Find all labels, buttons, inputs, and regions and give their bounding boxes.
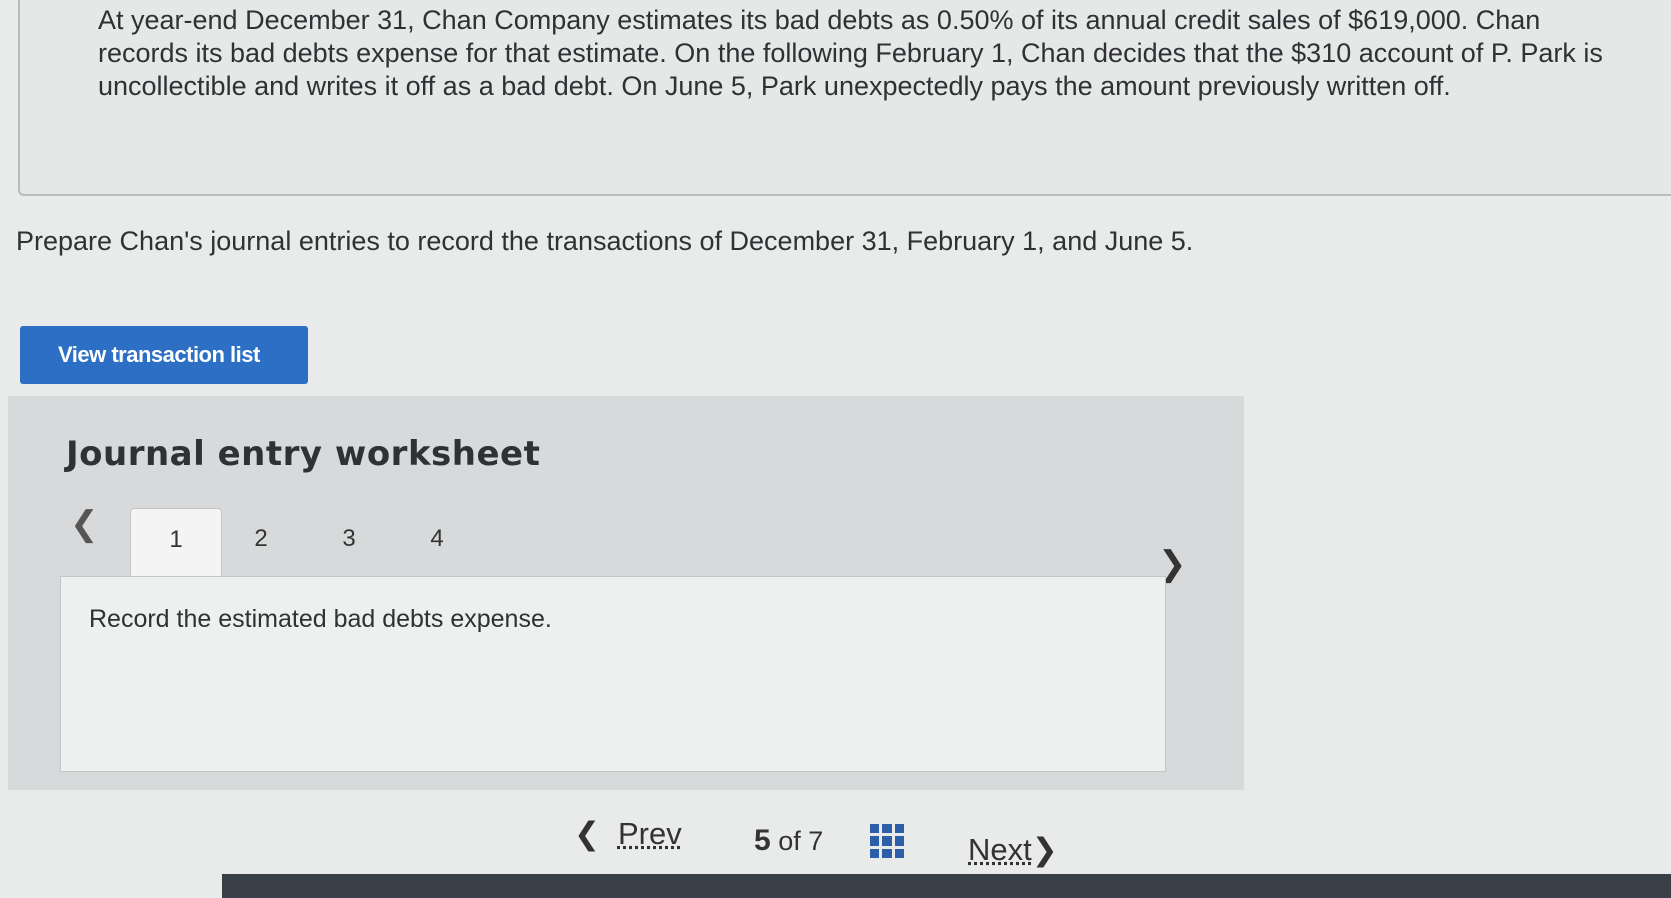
tab-2[interactable]: 2 (216, 508, 306, 578)
chevron-left-icon: ❮ (574, 816, 600, 851)
pagination: ❮ Prev 5 of 7 Next❯ (0, 816, 1671, 876)
problem-text: At year-end December 31, Chan Company es… (98, 5, 1603, 101)
chevron-right-icon: ❯ (1031, 832, 1058, 867)
worksheet-title: Journal entry worksheet (66, 434, 541, 474)
panel-instruction: Record the estimated bad debts expense. (89, 605, 552, 633)
journal-entry-worksheet: Journal entry worksheet ❮ 1 2 3 4 ❯ Reco… (8, 396, 1244, 790)
prev-button[interactable]: ❮ Prev (574, 816, 682, 852)
bottom-bar (222, 874, 1671, 898)
entry-panel: Record the estimated bad debts expense. (60, 576, 1166, 772)
prev-label: Prev (617, 816, 682, 851)
tab-1[interactable]: 1 (130, 508, 222, 579)
of-label: of (778, 826, 801, 856)
grid-icon[interactable] (870, 824, 904, 858)
problem-box: At year-end December 31, Chan Company es… (18, 0, 1671, 196)
instruction-text: Prepare Chan's journal entries to record… (16, 226, 1194, 256)
next-button[interactable]: Next❯ (968, 832, 1058, 868)
view-transaction-list-button[interactable]: View transaction list (20, 326, 308, 384)
current-page: 5 (754, 824, 771, 857)
page-counter: 5 of 7 (754, 824, 823, 858)
next-label: Next (968, 832, 1032, 867)
chevron-left-icon[interactable]: ❮ (70, 504, 99, 544)
tab-4[interactable]: 4 (392, 508, 482, 578)
total-pages: 7 (808, 826, 824, 856)
tab-3[interactable]: 3 (304, 508, 394, 578)
